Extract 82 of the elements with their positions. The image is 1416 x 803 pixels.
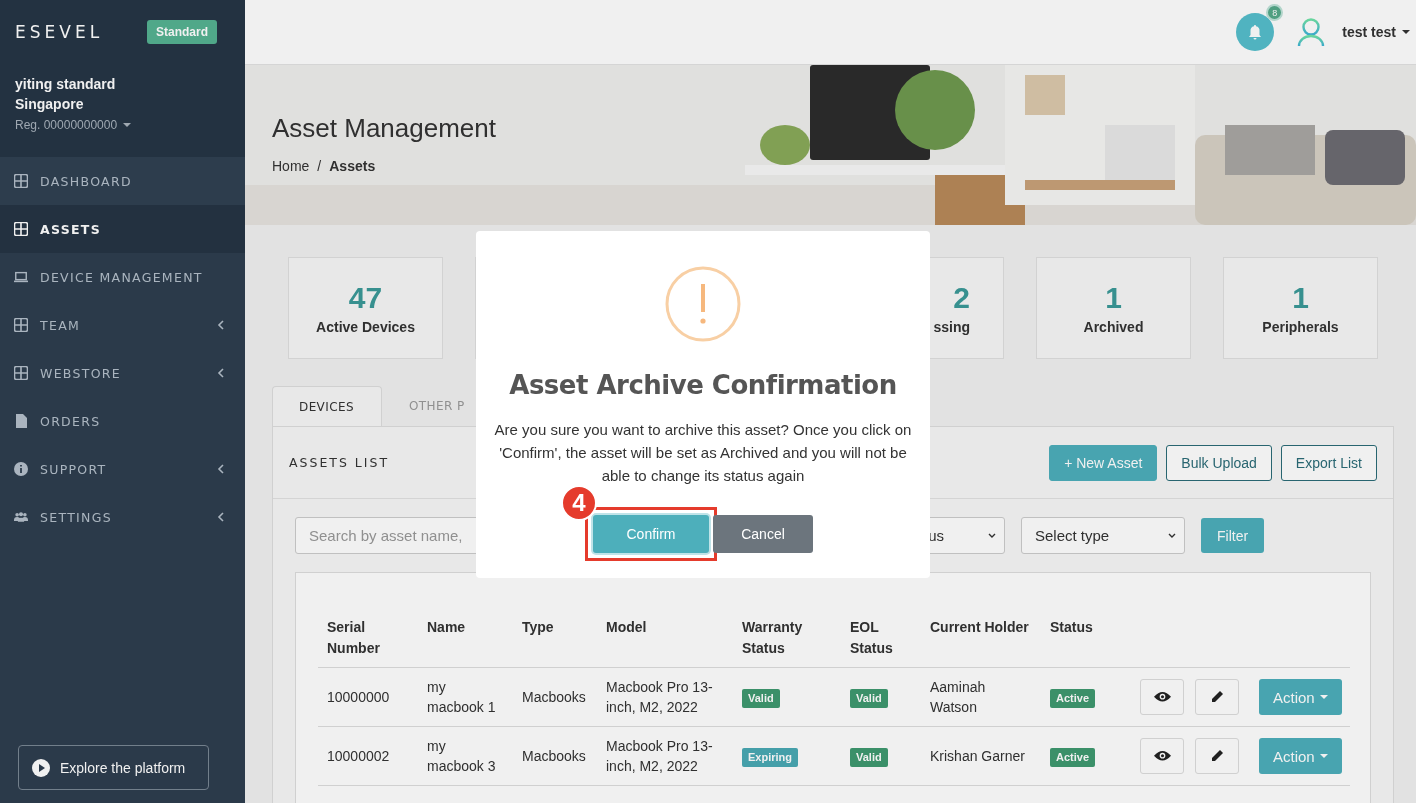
table-cell: Aaminah Watson [921, 667, 1041, 727]
type-select[interactable]: Select type [1021, 517, 1185, 554]
column-header: EOL Status [841, 617, 921, 668]
laptop-icon [14, 270, 28, 284]
status-badge: Active [1050, 688, 1096, 708]
toolbar-button[interactable]: Bulk Upload [1166, 444, 1272, 481]
stat-value: 1 [1292, 281, 1309, 315]
table-cell: 10000000 [318, 667, 418, 727]
brand-logo: ESEVEL [15, 22, 104, 42]
notification-count: 8 [1266, 4, 1284, 21]
plan-badge: Standard [147, 20, 217, 44]
table-cell: 10000002 [318, 726, 418, 786]
bell-icon [1247, 24, 1264, 40]
table-cell: Macbook Pro 13-inch, M2, 2022 [597, 726, 733, 786]
grid-icon [14, 366, 28, 380]
edit-button[interactable] [1195, 679, 1239, 715]
column-header: Current Holder [921, 617, 1041, 668]
nav-item[interactable]: ORDERS [0, 397, 245, 445]
stat-value: 2 [953, 281, 970, 315]
table-cell: my macbook 1 [418, 667, 513, 727]
warning-icon [665, 266, 741, 342]
explore-button[interactable]: Explore the platform [18, 745, 209, 790]
cancel-button[interactable]: Cancel [713, 515, 813, 553]
status-badge: Valid [850, 747, 888, 767]
stat-value: 47 [348, 281, 383, 315]
breadcrumb-separator: / [317, 158, 322, 174]
info-icon [14, 462, 28, 476]
nav-item[interactable]: DEVICE MANAGEMENT [0, 253, 245, 301]
table-cell: my macbook 3 [418, 726, 513, 786]
breadcrumb-link[interactable]: Home [272, 158, 310, 174]
column-header: Status [1041, 617, 1131, 668]
column-header: Warranty Status [733, 617, 841, 668]
edit-button[interactable] [1195, 738, 1239, 774]
status-badge: Expiring [742, 747, 798, 767]
eye-icon [1153, 691, 1171, 703]
table-cell: Macbook Pro 13-inch, M2, 2022 [597, 667, 733, 727]
step-marker: 4 [561, 485, 597, 521]
table-cell: Macbooks [513, 726, 597, 786]
stat-label: Active Devices [316, 319, 415, 335]
grid-icon [14, 222, 28, 236]
table-cell: Macbooks [513, 667, 597, 727]
grid-icon [14, 318, 28, 332]
nav-item[interactable]: ASSETS [0, 205, 245, 253]
pencil-icon [1210, 690, 1224, 704]
grid-icon [14, 174, 28, 188]
nav-item[interactable]: WEBSTORE [0, 349, 245, 397]
panel-title: ASSETS LIST [289, 455, 390, 470]
toolbar-button[interactable]: Export List [1280, 444, 1377, 481]
stat-label: ssing [933, 319, 970, 335]
stat-label: Archived [1083, 319, 1144, 335]
play-icon [32, 758, 50, 777]
nav-item[interactable]: SETTINGS [0, 493, 245, 541]
status-badge: Valid [742, 688, 780, 708]
table-cell: Krishan Garner [921, 726, 1041, 786]
tab[interactable]: DEVICES [272, 386, 382, 426]
document-icon [14, 414, 28, 428]
pencil-icon [1210, 749, 1224, 763]
dialog-title: Asset Archive Confirmation [509, 370, 897, 400]
chevron-down-icon [1168, 532, 1176, 539]
company-name: yiting standard [15, 75, 117, 94]
page-title: Asset Management [272, 113, 497, 144]
status-badge: Active [1050, 747, 1096, 767]
column-header: Serial Number [318, 617, 418, 668]
column-header: Model [597, 617, 733, 668]
column-header: Type [513, 617, 597, 668]
view-button[interactable] [1140, 679, 1184, 715]
view-button[interactable] [1140, 738, 1184, 774]
stat-value: 1 [1105, 281, 1122, 315]
stat-label: Peripherals [1262, 319, 1339, 335]
status-badge: Valid [850, 688, 888, 708]
user-icon [1296, 17, 1327, 47]
chevron-down-icon [988, 532, 996, 539]
nav-item[interactable]: SUPPORT [0, 445, 245, 493]
company-location: Singapore [15, 95, 85, 114]
dialog-message: Are you sure you want to archive this asset? Once you click on 'Confirm', the asset will be set as Archived and you will not be able to change its status again [493, 420, 913, 486]
column-header: Name [418, 617, 513, 668]
eye-icon [1153, 750, 1171, 762]
nav-item[interactable]: TEAM [0, 301, 245, 349]
registration-dropdown[interactable]: Reg. 00000000000 [15, 118, 217, 132]
breadcrumb-current: Assets [329, 158, 376, 174]
users-icon [14, 510, 28, 524]
user-menu[interactable]: test test [1342, 24, 1410, 40]
